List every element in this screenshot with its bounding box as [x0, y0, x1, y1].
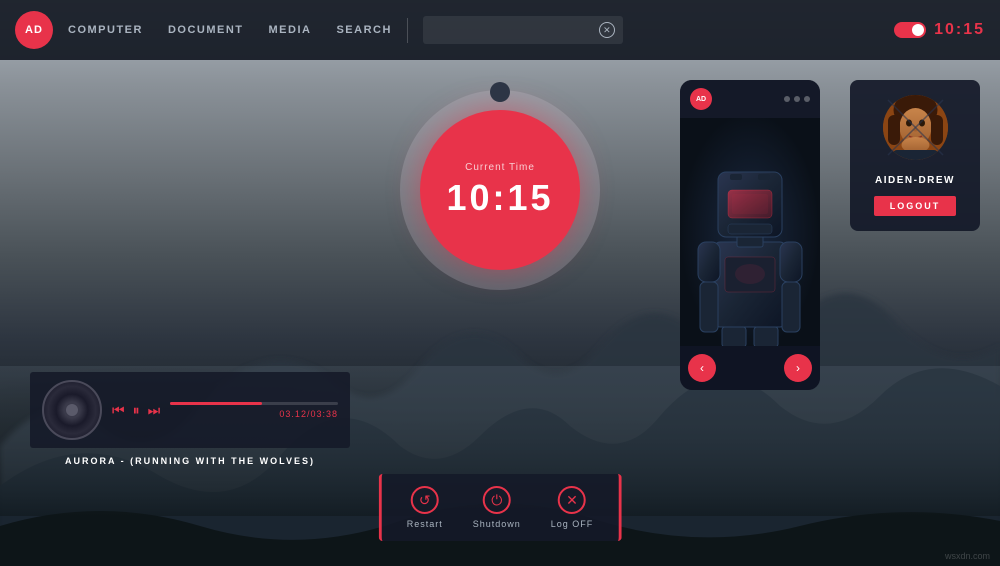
nav-item-computer[interactable]: COMPUTER	[68, 19, 143, 41]
phone-logo: AD	[690, 88, 712, 110]
phone-navigation: ‹ ›	[680, 346, 820, 390]
music-player: ⏮ ⏸ ⏭ 03.12/03:38 AURORA - (RUNNING WITH…	[30, 372, 350, 466]
restart-label: Restart	[407, 519, 443, 529]
logoff-icon: ✕	[558, 486, 586, 514]
robot-illustration	[680, 118, 820, 346]
search-input[interactable]	[431, 24, 599, 36]
nav-logo[interactable]: AD	[15, 11, 53, 49]
clock-label: Current Time	[465, 162, 535, 173]
phone-dot-3	[804, 96, 810, 102]
progress-fill	[170, 402, 262, 405]
music-title: AURORA - (RUNNING WITH THE WOLVES)	[65, 456, 315, 466]
logoff-button[interactable]: ✕ Log OFF	[551, 486, 594, 529]
theme-toggle[interactable]	[894, 22, 926, 38]
restart-button[interactable]: ↺ Restart	[407, 486, 443, 529]
music-controls-row: ⏮ ⏸ ⏭ 03.12/03:38	[30, 372, 350, 448]
user-card: AIDEN-DREW LOGOUT	[850, 80, 980, 231]
restart-icon: ↺	[411, 486, 439, 514]
phone-next-button[interactable]: ›	[784, 354, 812, 382]
phone-widget: AD	[680, 80, 820, 390]
nav-items: COMPUTER DOCUMENT MEDIA SEARCH	[68, 19, 392, 41]
clock-time: 10:15	[446, 177, 553, 219]
system-buttons: ↺ Restart ⏻ Shutdown ✕ Log OFF	[379, 474, 622, 541]
nav-clock: 10:15	[934, 21, 985, 39]
pause-button[interactable]: ⏸	[133, 402, 140, 419]
nav-item-document[interactable]: DOCUMENT	[168, 19, 244, 41]
progress-section: 03.12/03:38	[170, 402, 338, 419]
nav-item-media[interactable]: MEDIA	[269, 19, 312, 41]
logoff-label: Log OFF	[551, 519, 594, 529]
vinyl-disc	[42, 380, 102, 440]
watermark: wsxdn.com	[945, 551, 990, 561]
next-button[interactable]: ⏭	[148, 402, 161, 419]
phone-prev-button[interactable]: ‹	[688, 354, 716, 382]
phone-dot-1	[784, 96, 790, 102]
user-name: AIDEN-DREW	[875, 175, 955, 186]
logout-button[interactable]: LOGOUT	[874, 196, 957, 216]
clock-widget: Current Time 10:15	[400, 90, 600, 290]
search-bar[interactable]: ✕	[423, 16, 623, 44]
shutdown-label: Shutdown	[473, 519, 521, 529]
clock-outer-ring: Current Time 10:15	[400, 90, 600, 290]
toggle-knob	[912, 24, 924, 36]
clock-inner: Current Time 10:15	[420, 110, 580, 270]
shutdown-icon: ⏻	[483, 486, 511, 514]
time-toggle-area: 10:15	[894, 21, 985, 39]
progress-bar[interactable]	[170, 402, 338, 405]
avatar-wrap	[883, 95, 948, 165]
phone-header: AD	[680, 80, 820, 118]
phone-dot-2	[794, 96, 800, 102]
avatar	[883, 95, 948, 160]
navbar: AD COMPUTER DOCUMENT MEDIA SEARCH ✕ 10:1…	[0, 0, 1000, 60]
search-clear-button[interactable]: ✕	[599, 22, 615, 38]
playback-controls: ⏮ ⏸ ⏭	[112, 402, 160, 419]
shutdown-button[interactable]: ⏻ Shutdown	[473, 486, 521, 529]
phone-dots	[784, 96, 810, 102]
nav-item-search[interactable]: SEARCH	[336, 19, 391, 41]
phone-image-area	[680, 118, 820, 346]
prev-button[interactable]: ⏮	[112, 402, 125, 419]
progress-time: 03.12/03:38	[170, 409, 338, 419]
clock-dot	[490, 82, 510, 102]
nav-divider	[407, 18, 408, 43]
